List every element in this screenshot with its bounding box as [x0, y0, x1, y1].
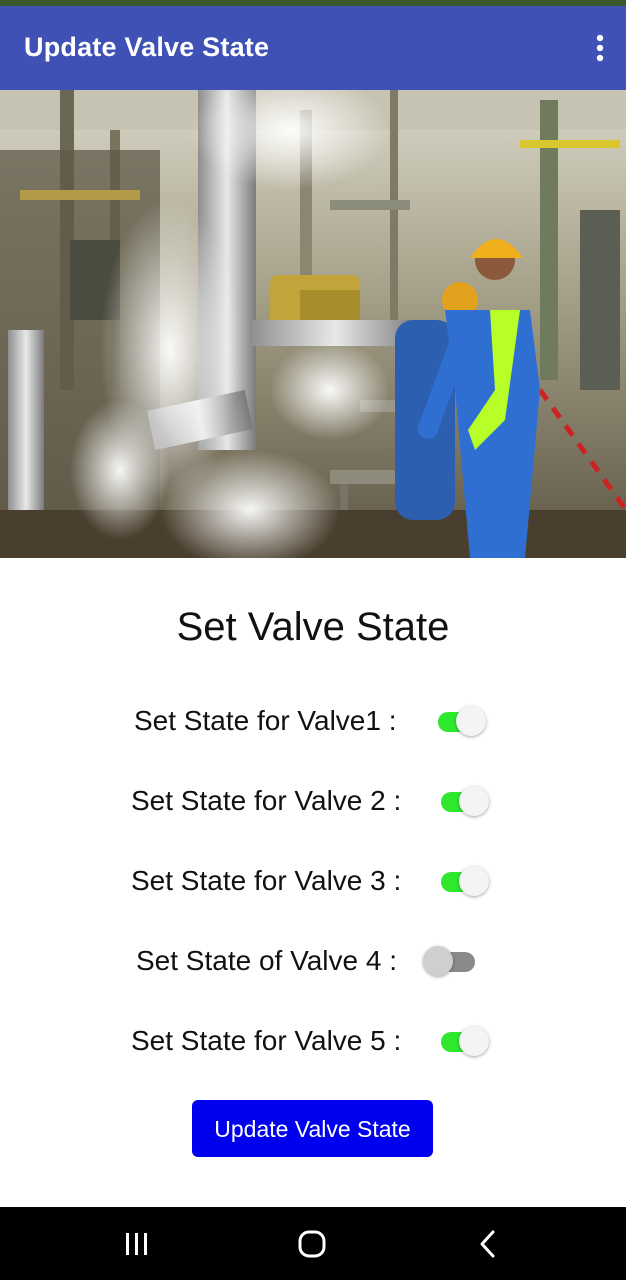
valve-row-4: Set State of Valve 4 :	[136, 941, 397, 981]
valve-5-switch[interactable]	[433, 1021, 493, 1061]
home-icon[interactable]	[292, 1229, 332, 1259]
section-heading: Set Valve State	[176, 605, 450, 649]
valve-label-3: Set State for Valve 3 :	[131, 865, 402, 896]
valve-row-1: Set State for Valve1 :	[134, 701, 397, 741]
valve-1-switch[interactable]	[430, 701, 490, 741]
valve-row-3: Set State for Valve 3 :	[131, 861, 401, 901]
switch-thumb	[459, 1026, 489, 1056]
valve-row-2: Set State for Valve 2 :	[131, 781, 401, 821]
valve-4-switch[interactable]	[423, 941, 483, 981]
valve-2-switch[interactable]	[433, 781, 493, 821]
switch-thumb	[423, 946, 453, 976]
valve-row-5: Set State for Valve 5 :	[131, 1021, 401, 1061]
back-icon[interactable]	[467, 1229, 507, 1259]
valve-label-1: Set State for Valve1 :	[134, 705, 397, 736]
recents-icon[interactable]	[117, 1229, 157, 1259]
switch-thumb	[456, 706, 486, 736]
more-vert-icon[interactable]	[592, 34, 608, 64]
app-bar: Update Valve State	[0, 6, 626, 90]
valve-label-2: Set State for Valve 2 :	[131, 785, 402, 816]
system-nav-bar	[0, 1207, 626, 1280]
switch-thumb	[459, 786, 489, 816]
hero-image	[0, 90, 626, 558]
app-title: Update Valve State	[24, 32, 270, 62]
update-valve-state-button[interactable]: Update Valve State	[192, 1100, 433, 1157]
valve-3-switch[interactable]	[433, 861, 493, 901]
valve-label-5: Set State for Valve 5 :	[131, 1025, 402, 1056]
valve-label-4: Set State of Valve 4 :	[136, 945, 397, 976]
switch-thumb	[459, 866, 489, 896]
